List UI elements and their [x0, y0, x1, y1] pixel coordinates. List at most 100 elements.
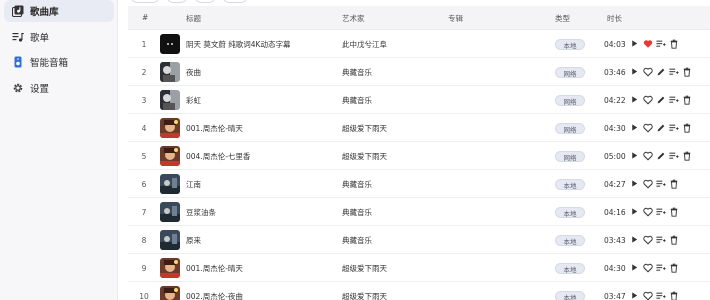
- heart-icon[interactable]: [642, 206, 653, 217]
- filter-tab[interactable]: [194, 0, 216, 3]
- album-cover: [160, 286, 180, 300]
- sidebar-item-playlist[interactable]: 歌单: [4, 26, 114, 48]
- add-to-queue-icon[interactable]: [668, 150, 679, 161]
- trash-icon[interactable]: [681, 122, 692, 133]
- trash-icon[interactable]: [668, 262, 679, 273]
- edit-pencil-icon[interactable]: [655, 122, 666, 133]
- play-icon[interactable]: [629, 38, 640, 49]
- song-artist[interactable]: 此中戊兮江阜: [342, 30, 387, 58]
- play-icon[interactable]: [629, 122, 640, 133]
- song-title[interactable]: 夜曲: [186, 58, 201, 86]
- album-cover: [160, 174, 180, 194]
- heart-icon[interactable]: [642, 66, 653, 77]
- trash-icon[interactable]: [668, 234, 679, 245]
- sidebar-item-settings[interactable]: 设置: [4, 77, 114, 99]
- table-row[interactable]: 9 001.周杰伦-晴天 超级爱下雨天 本地 04:30: [128, 254, 710, 282]
- header-artist[interactable]: 艺术家: [342, 13, 365, 24]
- play-icon[interactable]: [629, 234, 640, 245]
- song-title[interactable]: 002.周杰伦-夜曲: [186, 282, 243, 300]
- header-type[interactable]: 类型: [555, 13, 570, 24]
- table-row[interactable]: 10 002.周杰伦-夜曲 超级爱下雨天 本地 03:47: [128, 282, 710, 300]
- song-artist[interactable]: 超级爱下雨天: [342, 142, 387, 170]
- song-artist[interactable]: 典藏音乐: [342, 226, 372, 254]
- song-artist[interactable]: 超级爱下雨天: [342, 114, 387, 142]
- trash-icon[interactable]: [681, 94, 692, 105]
- table-row[interactable]: 8 原来 典藏音乐 本地 03:43: [128, 226, 710, 254]
- heart-icon[interactable]: [642, 262, 653, 273]
- row-index: 3: [141, 95, 147, 105]
- add-to-queue-icon[interactable]: [655, 234, 666, 245]
- filter-tab[interactable]: [166, 0, 188, 3]
- add-to-queue-icon[interactable]: [655, 290, 666, 300]
- table-row[interactable]: 1 阴天 莫文蔚 纯歌词4K动态字幕 此中戊兮江阜 本地 04:03: [128, 30, 710, 58]
- row-index: 4: [141, 123, 147, 133]
- table-row[interactable]: 2 夜曲 典藏音乐 网络 03:46: [128, 58, 710, 86]
- trash-icon[interactable]: [681, 150, 692, 161]
- trash-icon[interactable]: [668, 290, 679, 300]
- play-icon[interactable]: [629, 150, 640, 161]
- song-title[interactable]: 001.周杰伦-晴天: [186, 254, 243, 282]
- album-cover: [160, 202, 180, 222]
- trash-icon[interactable]: [668, 38, 679, 49]
- song-title[interactable]: 阴天 莫文蔚 纯歌词4K动态字幕: [186, 30, 290, 58]
- song-duration: 05:00: [604, 151, 626, 161]
- table-row[interactable]: 7 豆浆油条 典藏音乐 本地 04:16: [128, 198, 710, 226]
- play-icon[interactable]: [629, 66, 640, 77]
- song-duration: 03:46: [604, 67, 626, 77]
- play-icon[interactable]: [629, 206, 640, 217]
- song-artist[interactable]: 典藏音乐: [342, 170, 372, 198]
- edit-pencil-icon[interactable]: [655, 66, 666, 77]
- type-badge: 网络: [555, 67, 585, 78]
- header-duration[interactable]: 时长: [607, 13, 622, 24]
- song-duration: 03:43: [604, 235, 626, 245]
- play-icon[interactable]: [629, 262, 640, 273]
- type-badge: 网络: [555, 151, 585, 162]
- sidebar-item-label: 歌曲库: [30, 7, 59, 18]
- header-title[interactable]: 标题: [186, 13, 201, 24]
- heart-icon[interactable]: [642, 94, 653, 105]
- heart-icon[interactable]: [642, 122, 653, 133]
- song-title[interactable]: 彩虹: [186, 86, 201, 114]
- song-artist[interactable]: 典藏音乐: [342, 198, 372, 226]
- play-icon[interactable]: [629, 290, 640, 300]
- table-row[interactable]: 3 彩虹 典藏音乐 网络 04:22: [128, 86, 710, 114]
- add-to-queue-icon[interactable]: [655, 262, 666, 273]
- heart-icon[interactable]: [642, 290, 653, 300]
- add-to-queue-icon[interactable]: [655, 206, 666, 217]
- table-row[interactable]: 5 004.周杰伦-七里香 超级爱下雨天 网络 05:00: [128, 142, 710, 170]
- filter-tab[interactable]: [222, 0, 248, 3]
- sidebar-item-song-library[interactable]: 歌曲库: [4, 0, 114, 22]
- add-to-queue-icon[interactable]: [668, 94, 679, 105]
- edit-pencil-icon[interactable]: [655, 94, 666, 105]
- play-icon[interactable]: [629, 178, 640, 189]
- trash-icon[interactable]: [668, 178, 679, 189]
- play-icon[interactable]: [629, 94, 640, 105]
- heart-icon[interactable]: [642, 150, 653, 161]
- table-row[interactable]: 6 江南 典藏音乐 本地 04:27: [128, 170, 710, 198]
- song-artist[interactable]: 典藏音乐: [342, 58, 372, 86]
- edit-pencil-icon[interactable]: [655, 150, 666, 161]
- add-to-queue-icon[interactable]: [655, 178, 666, 189]
- table-row[interactable]: 4 001.周杰伦-晴天 超级爱下雨天 网络 04:30: [128, 114, 710, 142]
- heart-filled-icon[interactable]: [642, 38, 653, 49]
- song-artist[interactable]: 典藏音乐: [342, 86, 372, 114]
- album-cover: [160, 258, 180, 278]
- song-title[interactable]: 004.周杰伦-七里香: [186, 142, 250, 170]
- song-title[interactable]: 001.周杰伦-晴天: [186, 114, 243, 142]
- album-cover: [160, 230, 180, 250]
- header-album[interactable]: 专辑: [448, 13, 463, 24]
- heart-icon[interactable]: [642, 178, 653, 189]
- add-to-queue-icon[interactable]: [668, 122, 679, 133]
- sidebar-item-smart-speaker[interactable]: 智能音箱: [4, 51, 114, 73]
- filter-tab[interactable]: [130, 0, 160, 3]
- song-title[interactable]: 原来: [186, 226, 201, 254]
- trash-icon[interactable]: [668, 206, 679, 217]
- add-to-queue-icon[interactable]: [655, 38, 666, 49]
- add-to-queue-icon[interactable]: [668, 66, 679, 77]
- heart-icon[interactable]: [642, 234, 653, 245]
- trash-icon[interactable]: [681, 66, 692, 77]
- song-artist[interactable]: 超级爱下雨天: [342, 254, 387, 282]
- song-artist[interactable]: 超级爱下雨天: [342, 282, 387, 300]
- song-title[interactable]: 江南: [186, 170, 201, 198]
- song-title[interactable]: 豆浆油条: [186, 198, 216, 226]
